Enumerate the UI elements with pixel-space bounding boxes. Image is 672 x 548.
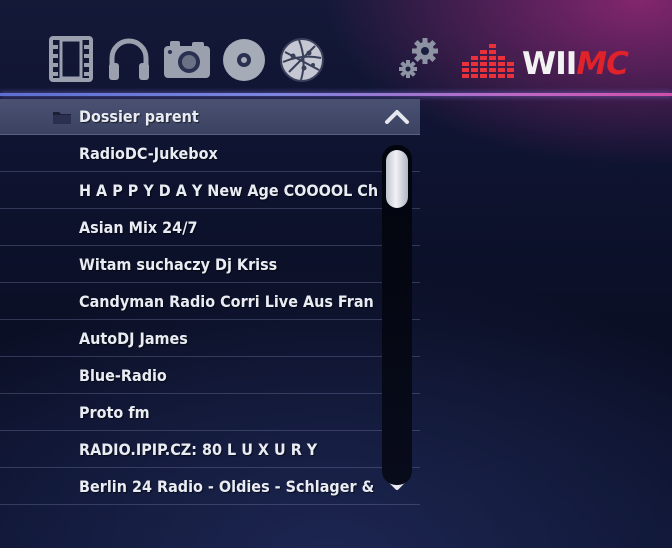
list-item[interactable]: Proto fm bbox=[0, 395, 420, 431]
list-item-label: Berlin 24 Radio - Oldies - Schlager & bbox=[79, 477, 375, 496]
list-item[interactable]: RadioDC-Jukebox bbox=[0, 136, 420, 172]
list-item[interactable]: Blue-Radio bbox=[0, 358, 420, 394]
wiimc-logo: WIIMC bbox=[460, 44, 630, 84]
logo-text-accent: MC bbox=[576, 46, 629, 82]
list-item[interactable]: Berlin 24 Radio - Oldies - Schlager & bbox=[0, 469, 420, 505]
station-list: Dossier parent RadioDC-Jukebox H A P P Y… bbox=[0, 99, 420, 505]
list-item[interactable]: RADIO.IPIP.CZ: 80 L U X U R Y bbox=[0, 432, 420, 468]
disc-icon[interactable] bbox=[221, 36, 267, 82]
parent-folder-row[interactable]: Dossier parent bbox=[0, 99, 420, 135]
list-item-label: RadioDC-Jukebox bbox=[79, 144, 218, 163]
settings-icon[interactable] bbox=[396, 36, 442, 82]
equalizer-logo-icon bbox=[462, 44, 514, 78]
header-divider bbox=[0, 93, 672, 96]
web-icon[interactable] bbox=[279, 36, 325, 82]
list-item-label: RADIO.IPIP.CZ: 80 L U X U R Y bbox=[79, 440, 318, 459]
photo-icon[interactable] bbox=[162, 36, 212, 82]
parent-folder-label: Dossier parent bbox=[79, 107, 199, 126]
list-item-label: Blue-Radio bbox=[79, 366, 167, 385]
folder-icon bbox=[53, 112, 71, 124]
list-item[interactable]: Candyman Radio Corri Live Aus Fran bbox=[0, 284, 420, 320]
list-item-label: Asian Mix 24/7 bbox=[79, 218, 198, 237]
logo-text-main: WII bbox=[522, 46, 577, 82]
list-item-label: H A P P Y D A Y New Age COOOOL Ch bbox=[79, 181, 379, 200]
list-item-label: Candyman Radio Corri Live Aus Fran bbox=[79, 292, 374, 311]
list-item[interactable]: Witam suchaczy Dj Kriss bbox=[0, 247, 420, 283]
list-item[interactable]: Asian Mix 24/7 bbox=[0, 210, 420, 246]
media-bar: WIIMC bbox=[0, 0, 672, 96]
list-item[interactable]: H A P P Y D A Y New Age COOOOL Ch bbox=[0, 173, 420, 209]
list-item-label: Proto fm bbox=[79, 403, 150, 422]
music-icon[interactable] bbox=[106, 36, 152, 82]
list-item-label: AutoDJ James bbox=[79, 329, 188, 348]
scrollbar-thumb[interactable] bbox=[386, 150, 408, 208]
list-item[interactable]: AutoDJ James bbox=[0, 321, 420, 357]
video-icon[interactable] bbox=[48, 36, 94, 82]
list-item-label: Witam suchaczy Dj Kriss bbox=[79, 255, 278, 274]
chevron-up-icon[interactable] bbox=[383, 107, 411, 127]
